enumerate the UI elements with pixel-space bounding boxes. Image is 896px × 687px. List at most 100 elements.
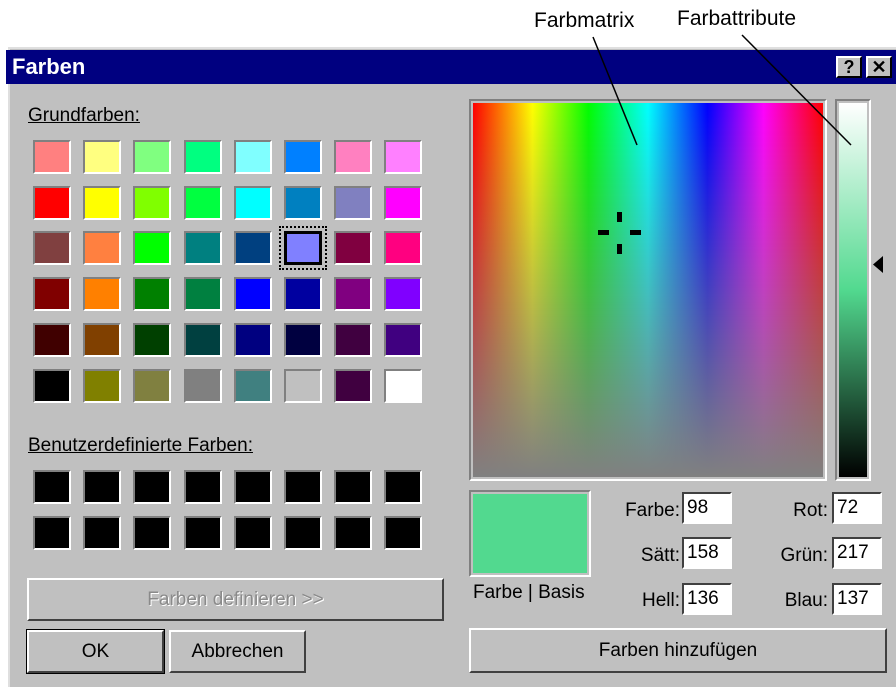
custom-color-swatch[interactable] [384,515,423,550]
custom-color-swatch[interactable] [83,470,122,504]
basic-color-swatch[interactable] [233,231,272,266]
custom-color-swatch[interactable] [33,470,71,504]
title-bar: Farben ? ✕ [6,50,896,84]
basic-color-swatch[interactable] [133,231,172,266]
basic-color-swatch[interactable] [334,322,373,357]
basic-color-swatch[interactable] [133,368,172,403]
basic-color-swatch[interactable] [183,231,222,266]
basic-color-swatch[interactable] [334,231,373,266]
custom-color-swatch[interactable] [384,470,423,504]
saturation-field[interactable]: 158 [682,537,732,569]
basic-color-swatch[interactable] [83,277,122,312]
cancel-button[interactable]: Abbrechen [169,630,306,673]
basic-color-swatch[interactable] [83,368,122,403]
close-icon: ✕ [871,57,887,77]
basic-color-swatch[interactable] [83,140,122,174]
custom-color-swatch[interactable] [233,470,272,504]
crosshair-cursor-icon [598,212,641,254]
color-matrix-frame [469,99,827,481]
custom-color-swatch[interactable] [183,470,222,504]
green-label: Grün: [780,545,828,566]
basic-color-swatch[interactable] [183,185,222,220]
annotation-farbmatrix: Farbmatrix [534,9,635,32]
basic-color-swatch[interactable] [233,277,272,312]
window-title: Farben [12,54,86,79]
basic-color-swatch[interactable] [334,140,373,174]
basic-color-swatch[interactable] [183,140,222,174]
basic-color-swatch[interactable] [183,368,222,403]
basic-color-swatch[interactable] [33,277,71,312]
basic-color-swatch[interactable] [83,322,122,357]
preview-label: Farbe | Basis [473,582,585,603]
basic-color-swatch[interactable] [279,226,327,271]
custom-color-swatch[interactable] [334,470,373,504]
red-field[interactable]: 72 [832,492,882,524]
basic-color-swatch[interactable] [284,368,322,403]
custom-color-swatch[interactable] [33,515,71,550]
basic-color-swatch[interactable] [384,231,423,266]
color-preview-frame [469,490,591,577]
basic-color-swatch[interactable] [233,368,272,403]
basic-color-swatch[interactable] [133,277,172,312]
basic-color-swatch[interactable] [384,277,423,312]
basic-color-swatch[interactable] [33,185,71,220]
hue-label: Farbe: [625,500,680,521]
basic-colors-label: Grundfarben: [28,105,140,127]
basic-color-swatch[interactable] [133,140,172,174]
blue-field[interactable]: 137 [832,583,882,615]
ok-button[interactable]: OK [26,629,165,674]
help-button[interactable]: ? [836,56,862,78]
custom-color-swatch[interactable] [83,515,122,550]
hue-field[interactable]: 98 [682,492,732,524]
basic-color-swatch[interactable] [284,140,322,174]
basic-color-swatch[interactable] [384,185,423,220]
custom-color-swatch[interactable] [284,470,322,504]
annotation-farbattribute: Farbattribute [677,7,797,30]
basic-color-swatch[interactable] [33,368,71,403]
basic-color-swatch[interactable] [33,140,71,174]
basic-color-swatch[interactable] [334,368,373,403]
basic-color-swatch[interactable] [33,322,71,357]
custom-color-swatch[interactable] [334,515,373,550]
basic-color-swatch[interactable] [334,277,373,312]
define-colors-button[interactable]: Farben definieren >> [27,578,444,621]
basic-color-swatch[interactable] [233,322,272,357]
basic-color-swatch[interactable] [384,140,423,174]
add-custom-colors-button[interactable]: Farben hinzufügen [469,628,887,673]
custom-color-swatch[interactable] [133,470,172,504]
custom-color-swatch[interactable] [284,515,322,550]
custom-color-swatch[interactable] [133,515,172,550]
basic-colors-label-text: Grundfarben: [28,105,140,126]
basic-color-swatch[interactable] [284,277,322,312]
basic-color-swatch[interactable] [83,185,122,220]
luminance-field[interactable]: 136 [682,583,732,615]
basic-color-swatch[interactable] [284,322,322,357]
close-button[interactable]: ✕ [866,56,892,78]
luminance-label: Hell: [641,590,680,611]
basic-color-swatch[interactable] [133,322,172,357]
luminance-bar-frame [835,99,871,481]
custom-colors-label: Benutzerdefinierte Farben: [28,435,253,457]
luminance-bar[interactable] [839,103,867,477]
custom-color-swatch[interactable] [233,515,272,550]
basic-color-swatch[interactable] [233,185,272,220]
basic-color-swatch[interactable] [334,185,373,220]
basic-color-swatch[interactable] [133,185,172,220]
red-label: Rot: [793,500,828,521]
saturation-label: Sätt: [640,545,680,566]
green-field[interactable]: 217 [832,537,882,569]
basic-color-swatch[interactable] [183,277,222,312]
basic-color-swatch[interactable] [233,140,272,174]
color-matrix[interactable] [473,103,823,477]
basic-color-swatch[interactable] [83,231,122,266]
blue-label: Blau: [784,590,828,611]
basic-color-swatch[interactable] [183,322,222,357]
basic-color-swatch[interactable] [284,185,322,220]
luminance-arrow-icon[interactable] [872,256,884,274]
color-preview [473,494,587,573]
basic-color-swatch[interactable] [33,231,71,266]
custom-colors-label-text: Benutzerdefinierte Farben: [28,435,253,456]
basic-color-swatch[interactable] [384,322,423,357]
custom-color-swatch[interactable] [183,515,222,550]
basic-color-swatch[interactable] [384,368,423,403]
